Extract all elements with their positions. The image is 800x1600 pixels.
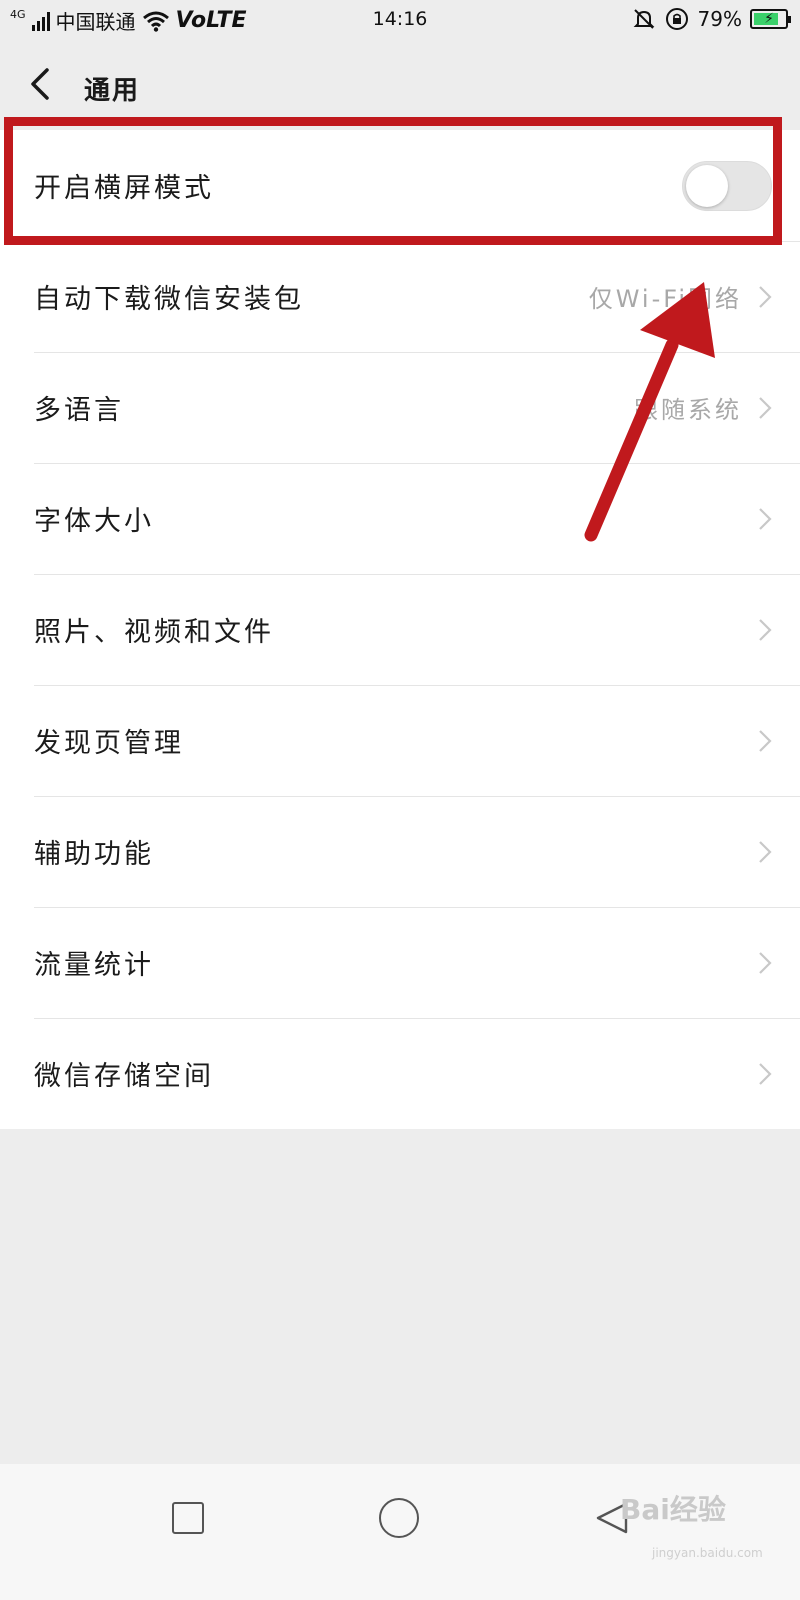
chevron-right-icon — [759, 285, 772, 308]
list-item-value: 仅Wi-Fi网络 — [588, 285, 742, 313]
page-title: 通用 — [84, 76, 141, 106]
list-item-discover-management[interactable]: 发现页管理 — [0, 685, 800, 796]
chevron-right-icon — [759, 396, 772, 419]
chevron-right-icon — [759, 951, 772, 974]
chevron-right-icon — [759, 729, 772, 752]
list-item-label: 发现页管理 — [34, 728, 184, 759]
list-item-label: 辅助功能 — [34, 839, 154, 870]
status-bar-right: 79% ⚡ — [632, 6, 791, 32]
list-item-label: 流量统计 — [34, 950, 154, 981]
list-item-auto-download[interactable]: 自动下载微信安装包 仅Wi-Fi网络 — [0, 241, 800, 352]
nav-bar: 通用 — [0, 40, 800, 130]
list-item-label: 多语言 — [34, 395, 124, 426]
list-item-accessibility[interactable]: 辅助功能 — [0, 796, 800, 907]
rotation-lock-icon — [665, 8, 688, 30]
list-item-data-usage[interactable]: 流量统计 — [0, 907, 800, 1018]
chevron-right-icon — [759, 507, 772, 530]
battery-icon: ⚡ — [750, 9, 791, 29]
watermark-logo: Bai经验 — [620, 1493, 726, 1526]
list-item-media-files[interactable]: 照片、视频和文件 — [0, 574, 800, 685]
status-bar: 4G 中国联通 VoLTE 14:16 79% ⚡ — [0, 0, 800, 40]
landscape-mode-row: 开启横屏模式 — [0, 130, 800, 241]
list-item-label: 微信存储空间 — [34, 1061, 214, 1092]
list-item-label: 自动下载微信安装包 — [34, 284, 304, 315]
watermark-url: jingyan.baidu.com — [652, 1546, 763, 1560]
list-item-label: 照片、视频和文件 — [34, 617, 274, 648]
chevron-right-icon — [759, 618, 772, 641]
back-arrow-icon[interactable] — [22, 64, 62, 104]
system-nav-bar: Bai经验 jingyan.baidu.com — [0, 1464, 800, 1600]
toggle-knob — [686, 164, 728, 207]
list-item-font-size[interactable]: 字体大小 — [0, 463, 800, 574]
home-button[interactable] — [379, 1498, 419, 1538]
list-item-language[interactable]: 多语言 跟随系统 — [0, 352, 800, 463]
bell-muted-icon — [633, 9, 654, 29]
charging-bolt-icon: ⚡ — [764, 11, 774, 27]
battery-percent: 79% — [697, 7, 742, 31]
chevron-right-icon — [759, 840, 772, 863]
chevron-right-icon — [759, 1062, 772, 1085]
landscape-mode-toggle[interactable] — [682, 160, 772, 211]
list-item-label: 字体大小 — [34, 506, 154, 537]
list-item-value: 跟随系统 — [634, 396, 742, 424]
landscape-mode-label: 开启横屏模式 — [34, 173, 214, 204]
list-item-storage[interactable]: 微信存储空间 — [0, 1018, 800, 1129]
recent-apps-button[interactable] — [172, 1502, 204, 1534]
settings-list: 开启横屏模式 自动下载微信安装包 仅Wi-Fi网络 多语言 跟随系统 字体大小 … — [0, 130, 800, 1129]
